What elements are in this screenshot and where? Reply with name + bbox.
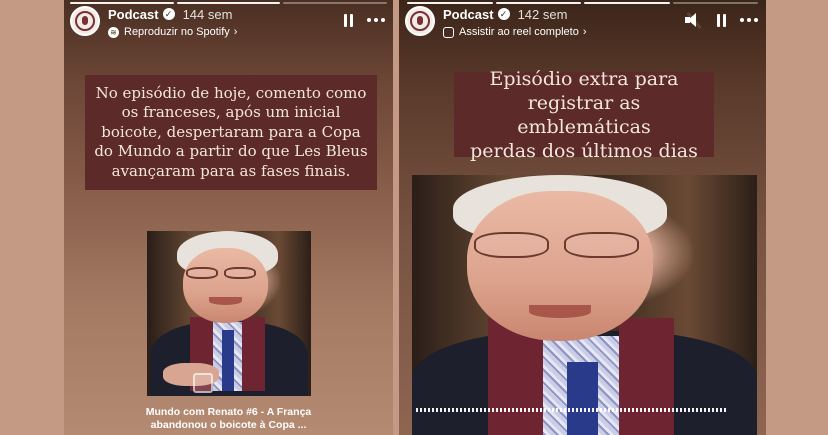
spotify-link[interactable]: ≋ Reproduzir no Spotify ›: [108, 24, 237, 40]
avatar[interactable]: [70, 6, 100, 36]
post-time: 144 sem: [182, 6, 233, 22]
post-time: 142 sem: [517, 6, 568, 22]
story-progress-bar: [70, 2, 388, 4]
story-progress-bar: [407, 2, 758, 4]
story-text-line: avançaram para as fases finais.: [111, 161, 351, 180]
story-text-line: No episódio de hoje, comento como: [95, 83, 367, 102]
pause-button[interactable]: [717, 13, 726, 27]
story-header: Podcast ✓ 142 sem Assistir ao reel compl…: [405, 6, 758, 40]
story-text-line: boicote, despertaram para a Copa: [101, 122, 361, 141]
progress-segment: [672, 2, 758, 4]
account-name[interactable]: Podcast: [108, 7, 159, 22]
pause-button[interactable]: [344, 13, 353, 27]
story-text-box: Episódio extra para registrar as emblemá…: [454, 68, 714, 162]
episode-caption[interactable]: Mundo com Renato #6 - A França abandonou…: [64, 406, 393, 432]
story-text-line: os franceses, após um inicial: [121, 103, 341, 122]
story-text-line: do Mundo a partir do que Les Bleus: [94, 142, 368, 161]
progress-segment: [584, 2, 670, 4]
more-options-button[interactable]: [367, 18, 385, 22]
more-options-button[interactable]: [740, 18, 758, 22]
account-name[interactable]: Podcast: [443, 7, 494, 22]
verified-badge-icon: ✓: [162, 8, 175, 20]
progress-segment: [70, 2, 174, 4]
caption-line: Mundo com Renato #6 - A França: [145, 406, 312, 418]
chevron-right-icon: ›: [582, 26, 587, 38]
story-header: Podcast ✓ 144 sem ≋ Reproduzir no Spotif…: [70, 6, 385, 40]
reel-video-frame[interactable]: [412, 175, 757, 435]
episode-cover-photo[interactable]: [147, 231, 311, 396]
spotify-link-label: Reproduzir no Spotify: [124, 26, 230, 38]
progress-segment: [407, 2, 493, 4]
story-text-line: Episódio extra para: [489, 67, 679, 90]
story-right[interactable]: Podcast ✓ 142 sem Assistir ao reel compl…: [399, 0, 766, 435]
story-text-box: No episódio de hoje, comento como os fra…: [85, 75, 377, 190]
watch-reel-label: Assistir ao reel completo: [459, 26, 579, 38]
audio-waveform: [416, 408, 726, 412]
reel-icon: [443, 26, 454, 38]
story-left[interactable]: Podcast ✓ 144 sem ≋ Reproduzir no Spotif…: [64, 0, 393, 435]
watch-reel-link[interactable]: Assistir ao reel completo ›: [443, 24, 587, 40]
progress-segment: [495, 2, 581, 4]
progress-segment: [283, 2, 388, 4]
avatar[interactable]: [405, 6, 435, 36]
caption-line: abandonou o boicote à Copa ...: [150, 419, 307, 431]
story-text-line: registrar as emblemáticas: [517, 91, 651, 138]
spotify-icon: ≋: [108, 26, 119, 38]
progress-segment: [176, 2, 281, 4]
chevron-right-icon: ›: [233, 26, 238, 38]
verified-badge-icon: ✓: [497, 8, 510, 20]
story-text-line: perdas dos últimos dias: [470, 139, 698, 162]
mute-button[interactable]: [685, 12, 703, 29]
